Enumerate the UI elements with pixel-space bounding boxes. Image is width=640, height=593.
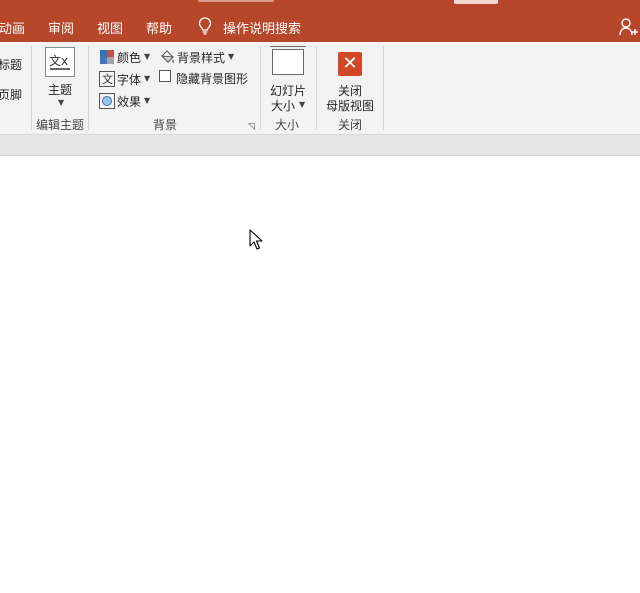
window-title	[198, 0, 274, 2]
group-separator	[88, 46, 89, 130]
tab-help[interactable]: 帮助	[146, 18, 172, 37]
group-separator	[316, 46, 317, 130]
fonts-button[interactable]: 文 字体 ▼	[97, 70, 153, 88]
group-label-close: 关闭	[338, 118, 363, 132]
ribbon-bottom-bar	[0, 135, 640, 156]
chevron-down-icon: ▼	[144, 96, 151, 105]
tab-animation[interactable]: 动画	[0, 18, 25, 37]
effects-icon	[99, 93, 115, 109]
close-master-view-button[interactable]: ✕ 关闭 母版视图	[322, 44, 378, 114]
chevron-down-icon: ▼	[228, 52, 235, 61]
chevron-down-icon: ▼	[58, 98, 65, 107]
group-label-size: 大小	[275, 118, 300, 132]
slide-workspace[interactable]	[0, 156, 640, 593]
group-separator	[31, 46, 32, 130]
hide-background-graphics-checkbox[interactable]	[159, 70, 171, 82]
footer-checkbox-label[interactable]: 页脚	[0, 86, 22, 103]
slide-size-button[interactable]: 幻灯片 大小 ▼	[265, 44, 313, 114]
svg-text:文: 文	[102, 72, 113, 86]
tab-review[interactable]: 审阅	[48, 18, 74, 37]
slide-size-icon	[270, 46, 306, 75]
theme-label: 主题	[48, 83, 73, 97]
group-separator	[260, 46, 261, 130]
theme-icon: 文x	[45, 47, 75, 77]
colors-button[interactable]: 颜色 ▼	[97, 48, 153, 66]
mouse-pointer-icon	[249, 229, 263, 250]
theme-button[interactable]: 文x 主题 ▼	[36, 44, 84, 110]
title-checkbox-label[interactable]: 标题	[0, 56, 22, 73]
ribbon: 标题 页脚 文x 主题 ▼ 编辑主题 颜色 ▼ 文 字体 ▼ 效果 ▼ 背景样式…	[0, 42, 640, 135]
dialog-launcher-icon[interactable]: ◹	[248, 122, 255, 132]
group-label-edit-theme: 编辑主题	[36, 118, 85, 132]
ribbon-tab-bar: 动画 审阅 视图 帮助 操作说明搜索	[0, 0, 640, 42]
share-user-icon[interactable]	[619, 17, 640, 37]
group-separator	[383, 46, 384, 130]
title-badge[interactable]	[454, 0, 498, 4]
color-palette-icon	[100, 50, 114, 64]
background-styles-button[interactable]: 背景样式 ▼	[157, 48, 237, 66]
group-label-background: 背景	[153, 118, 178, 132]
chevron-down-icon: ▼	[144, 52, 151, 61]
tab-view[interactable]: 视图	[97, 18, 123, 37]
chevron-down-icon: ▼	[144, 74, 151, 83]
font-icon: 文	[99, 71, 115, 87]
hide-background-graphics-label[interactable]: 隐藏背景图形	[176, 70, 248, 87]
tell-me-search[interactable]: 操作说明搜索	[223, 18, 301, 37]
chevron-down-icon: ▼	[299, 100, 306, 109]
effects-button[interactable]: 效果 ▼	[97, 92, 153, 110]
lightbulb-icon[interactable]	[198, 17, 212, 35]
paint-bucket-icon	[160, 50, 175, 63]
close-icon: ✕	[338, 52, 362, 76]
